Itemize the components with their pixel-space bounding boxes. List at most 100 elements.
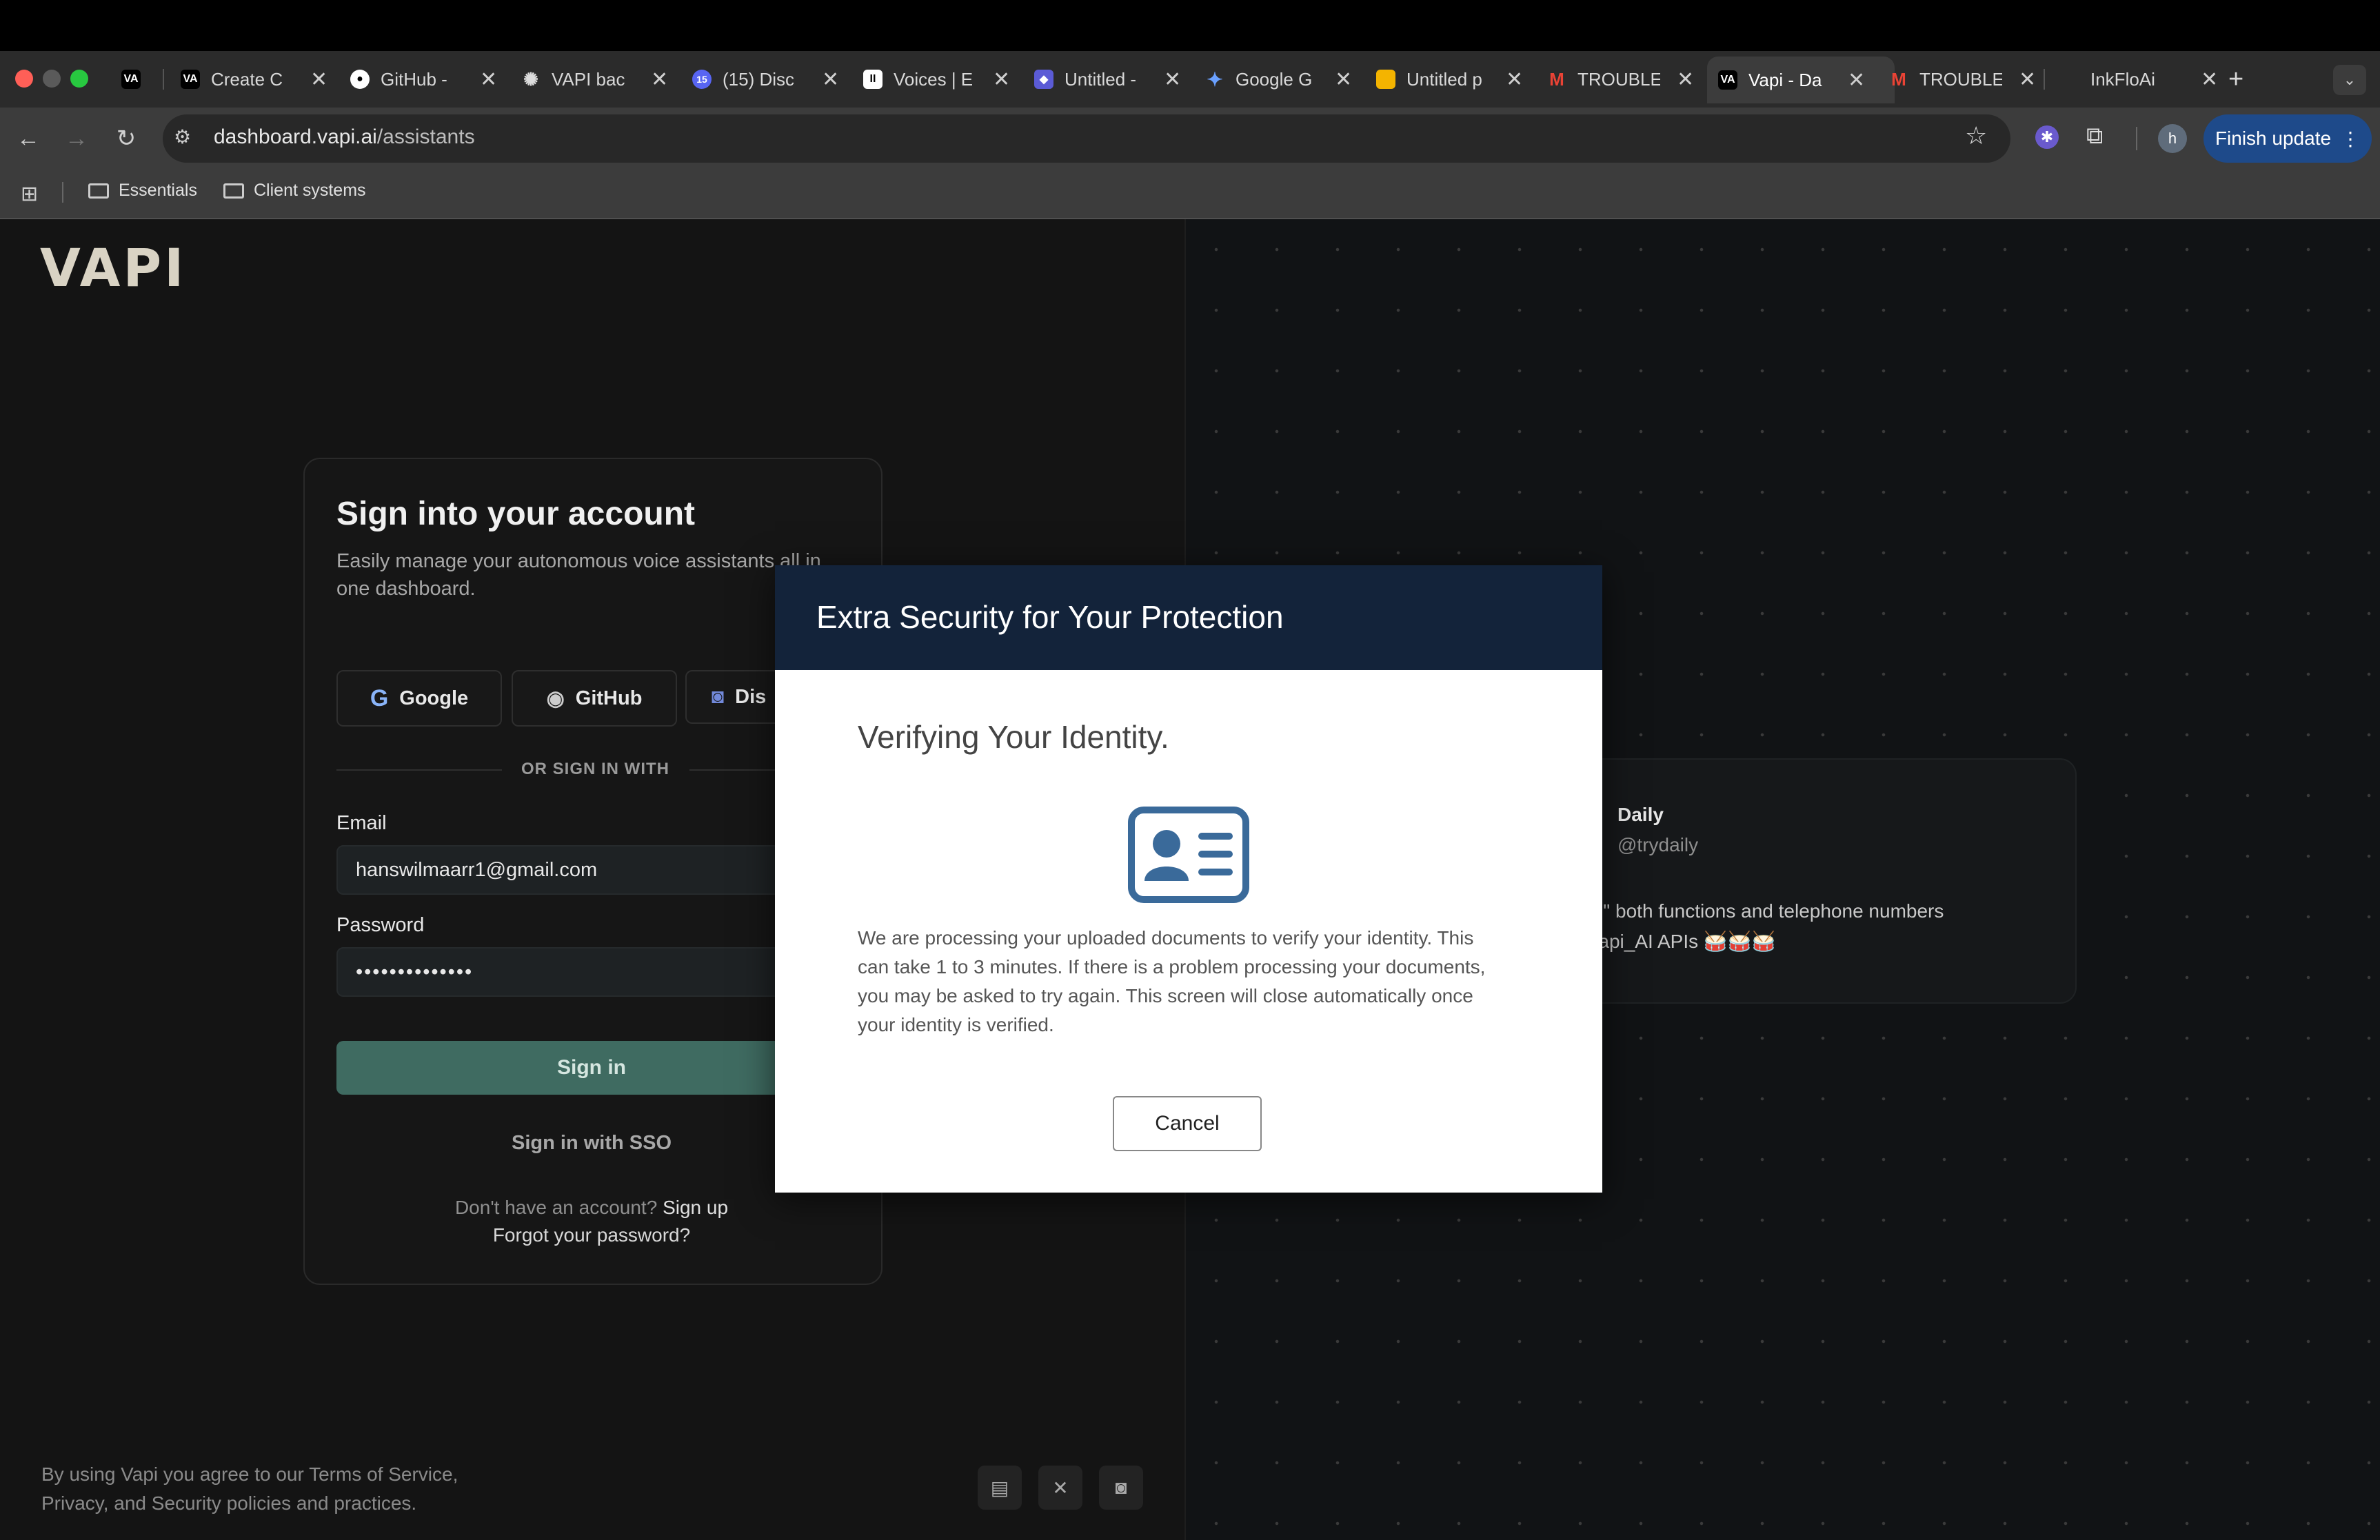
tab-title: VAPI bac	[552, 68, 625, 90]
close-tab-icon[interactable]: ✕	[822, 68, 839, 92]
signin-title: Sign into your account	[336, 496, 696, 532]
tab-title: Create C	[211, 68, 283, 90]
bookmark-star-icon[interactable]: ☆	[1965, 121, 1987, 150]
url-path: /assistants	[376, 125, 475, 148]
tab-separator	[163, 69, 164, 90]
sso-signin-link[interactable]: Sign in with SSO	[336, 1132, 847, 1155]
docs-icon[interactable]: ▤	[978, 1466, 1022, 1510]
tab-create[interactable]: VA Create C ✕	[181, 61, 327, 98]
tab-discord[interactable]: 15 (15) Disc ✕	[692, 61, 839, 98]
tab-title: TROUBLE	[1577, 68, 1660, 90]
tab-vapi-dashboard-active[interactable]: VA Vapi - Da ✕	[1707, 57, 1895, 103]
tweet-line: e @Vapi_AI APIs 🥁🥁🥁	[1551, 931, 1776, 952]
elevenlabs-icon: II	[863, 70, 883, 89]
tab-title: Untitled -	[1065, 68, 1137, 90]
id-card-icon	[1128, 807, 1249, 906]
close-tab-icon[interactable]: ✕	[1848, 68, 1865, 92]
tab-gmail-1[interactable]: M TROUBLE ✕	[1547, 61, 1694, 98]
close-tab-icon[interactable]: ✕	[1506, 68, 1523, 92]
tab-untitled-1[interactable]: ◆ Untitled - ✕	[1034, 61, 1181, 98]
google-icon: G	[370, 685, 389, 711]
gemini-icon: ✦	[1207, 68, 1223, 90]
signin-subtitle: Easily manage your autonomous voice assi…	[336, 550, 821, 600]
google-signin-button[interactable]: G Google	[336, 670, 502, 727]
signin-button[interactable]: Sign in	[336, 1041, 847, 1095]
site-settings-icon[interactable]: ⚙	[174, 125, 191, 148]
discord-icon[interactable]: ◙	[1099, 1466, 1143, 1510]
no-account-label: Don't have an account?	[454, 1197, 658, 1218]
tab-google-gemini[interactable]: ✦ Google G ✕	[1205, 61, 1352, 98]
tab-title: Untitled p	[1406, 68, 1482, 90]
app-icon: ◆	[1034, 70, 1053, 89]
signin-label: Sign in	[557, 1056, 626, 1079]
tab-search-chevron-icon[interactable]: ⌄	[2333, 65, 2366, 95]
password-field[interactable]: ••••••••••••••	[336, 947, 847, 997]
zoom-window-button[interactable]	[70, 70, 88, 88]
back-arrow-icon[interactable]: ←	[11, 121, 46, 156]
puzzle-extensions-icon[interactable]: ⧉	[2086, 123, 2103, 150]
close-tab-icon[interactable]: ✕	[993, 68, 1010, 92]
terms-text: By using Vapi you agree to our Terms of …	[41, 1463, 458, 1514]
tab-vapi-pinned[interactable]: VA	[121, 61, 141, 98]
forgot-password-link[interactable]: Forgot your password?	[336, 1224, 847, 1246]
tab-vapi-backend[interactable]: ✺ VAPI bac ✕	[521, 61, 668, 98]
extension-icon[interactable]: ✱	[2035, 125, 2059, 149]
no-account-text: Don't have an account? Sign up	[336, 1197, 847, 1219]
reload-icon[interactable]: ↻	[109, 121, 143, 156]
slides-icon	[1376, 70, 1395, 89]
tab-title: Voices | E	[894, 68, 974, 90]
x-twitter-icon[interactable]: ✕	[1038, 1466, 1082, 1510]
close-window-button[interactable]	[15, 70, 33, 88]
tab-title: Vapi - Da	[1748, 69, 1822, 90]
email-label: Email	[336, 812, 387, 834]
close-tab-icon[interactable]: ✕	[2201, 68, 2218, 92]
close-tab-icon[interactable]: ✕	[1164, 68, 1181, 92]
gmail-icon: M	[1549, 68, 1564, 90]
new-tab-button[interactable]: +	[2228, 61, 2243, 98]
forward-arrow-icon[interactable]: →	[59, 121, 94, 156]
signup-link[interactable]: Sign up	[663, 1197, 728, 1218]
tab-untitled-2[interactable]: Untitled p ✕	[1376, 61, 1523, 98]
vapi-tab-icon: VA	[181, 70, 200, 89]
email-field[interactable]: hanswilmaarr1@gmail.com	[336, 845, 847, 895]
bookmark-client-systems[interactable]: Client systems	[223, 181, 366, 201]
gmail-icon: M	[1891, 68, 1906, 90]
google-label: Google	[399, 687, 469, 709]
tab-github[interactable]: ● GitHub - ✕	[350, 61, 497, 98]
github-icon: ●	[350, 70, 370, 89]
bookmark-label: Essentials	[119, 181, 197, 200]
tab-voices[interactable]: II Voices | E ✕	[863, 61, 1010, 98]
os-top-bar	[0, 0, 2380, 51]
modal-body-text: We are processing your uploaded document…	[858, 927, 1486, 1035]
close-tab-icon[interactable]: ✕	[651, 68, 668, 92]
close-tab-icon[interactable]: ✕	[480, 68, 497, 92]
finish-update-button[interactable]: Finish update ⋮	[2203, 114, 2372, 163]
openai-icon: ✺	[523, 68, 538, 90]
tab-title: Google G	[1236, 68, 1313, 90]
email-value: hanswilmaarr1@gmail.com	[356, 858, 598, 881]
github-label: GitHub	[575, 687, 643, 709]
modal-heading: Verifying Your Identity.	[858, 719, 1169, 755]
divider-line	[336, 769, 502, 771]
tab-separator	[2044, 69, 2045, 90]
close-tab-icon[interactable]: ✕	[1335, 68, 1352, 92]
close-tab-icon[interactable]: ✕	[310, 68, 327, 92]
close-tab-icon[interactable]: ✕	[1677, 68, 1694, 92]
tab-title: InkFloAi	[2090, 68, 2155, 90]
discord-icon: 15	[692, 70, 712, 89]
tab-gmail-2[interactable]: M TROUBLE ✕	[1889, 61, 2036, 98]
tab-title: TROUBLE	[1919, 68, 2002, 90]
tab-inkfloai[interactable]: InkFloAi ✕	[2090, 61, 2218, 98]
bookmark-label: Client systems	[254, 181, 366, 200]
cancel-button[interactable]: Cancel	[1113, 1096, 1262, 1151]
folder-icon	[223, 183, 244, 199]
discord-label: Dis	[735, 685, 767, 708]
close-tab-icon[interactable]: ✕	[2019, 68, 2036, 92]
minimize-window-button[interactable]	[43, 70, 61, 88]
github-signin-button[interactable]: ◉ GitHub	[512, 670, 677, 727]
bookmark-essentials[interactable]: Essentials	[88, 181, 197, 201]
url-text[interactable]: dashboard.vapi.ai/assistants	[214, 125, 475, 149]
cancel-label: Cancel	[1155, 1112, 1220, 1135]
profile-avatar[interactable]: h	[2158, 124, 2187, 153]
apps-grid-icon[interactable]: ⊞	[21, 182, 38, 206]
